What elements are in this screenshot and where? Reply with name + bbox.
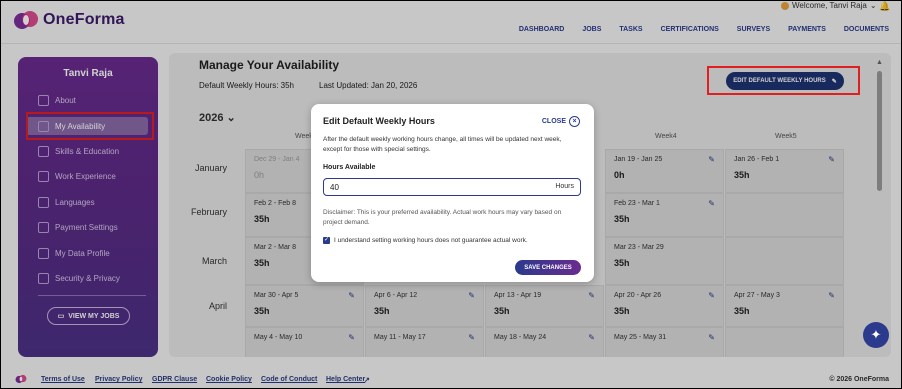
- acknowledge-checkbox[interactable]: ✓ I understand setting working hours doe…: [323, 237, 528, 244]
- hours-label: Hours Available: [323, 164, 376, 171]
- highlight-box-edit-button: [707, 66, 860, 95]
- modal-title: Edit Default Weekly Hours: [323, 116, 435, 126]
- close-icon: ×: [569, 116, 580, 127]
- close-label: CLOSE: [541, 118, 566, 125]
- checkbox-label: I understand setting working hours does …: [334, 237, 528, 244]
- disclaimer-text: Disclaimer: This is your preferred avail…: [323, 209, 562, 226]
- checkmark-icon: ✓: [323, 237, 330, 244]
- save-changes-button[interactable]: SAVE CHANGES: [515, 260, 581, 275]
- close-button[interactable]: CLOSE ×: [542, 116, 580, 127]
- modal-description: After the default weekly working hours c…: [323, 136, 562, 153]
- sparkle-assistant-icon[interactable]: ✦: [863, 322, 889, 348]
- hours-input-value: 40: [330, 183, 339, 192]
- app-frame: OneForma Welcome, Tanvi Raja ⌄ 🔔 DASHBOA…: [0, 0, 902, 389]
- hours-unit: Hours: [555, 183, 574, 190]
- hours-input[interactable]: 40 Hours: [323, 178, 581, 196]
- edit-hours-modal: Edit Default Weekly Hours CLOSE × After t…: [311, 104, 594, 282]
